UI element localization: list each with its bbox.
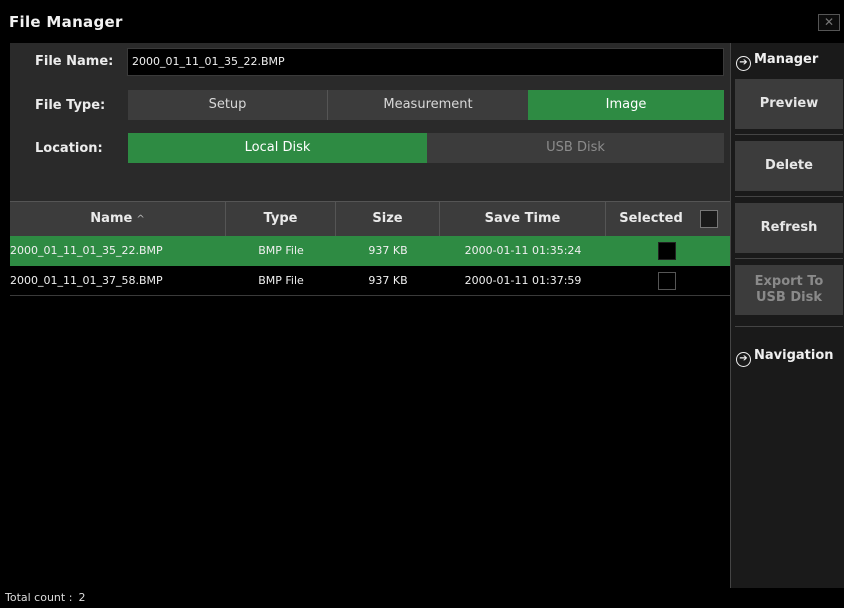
window-title: File Manager (9, 13, 123, 31)
total-count-label: Total count : (5, 591, 73, 604)
table-row[interactable]: 2000_01_11_01_37_58.BMP BMP File 937 KB … (10, 266, 730, 296)
file-name-field[interactable]: 2000_01_11_01_35_22.BMP (127, 48, 724, 76)
file-type-label: File Type: (35, 98, 106, 113)
file-table: Name ^ Type Size Save Time Selected 2000_… (10, 201, 730, 588)
refresh-button[interactable]: Refresh (735, 203, 843, 253)
column-header-selected: Selected (619, 211, 683, 226)
column-header-save-time[interactable]: Save Time (440, 202, 606, 236)
sidebar: ➔ Manager Preview Delete Refresh Export T… (730, 43, 844, 588)
table-row[interactable]: 2000_01_11_01_35_22.BMP BMP File 937 KB … (10, 236, 730, 266)
row-select-checkbox[interactable] (658, 242, 676, 260)
location-label: Location: (35, 141, 103, 156)
navigation-label: Navigation (754, 348, 834, 363)
close-button[interactable]: ✕ (818, 14, 840, 31)
row-type: BMP File (258, 244, 304, 257)
export-to-usb-button[interactable]: Export To USB Disk (735, 265, 843, 315)
export-label-line1: Export To (754, 274, 824, 289)
divider (735, 134, 843, 135)
table-header: Name ^ Type Size Save Time Selected (10, 202, 730, 236)
column-header-size[interactable]: Size (336, 202, 440, 236)
file-name-label: File Name: (35, 54, 114, 69)
column-header-type[interactable]: Type (226, 202, 336, 236)
close-icon: ✕ (823, 15, 835, 29)
navigation-section-header[interactable]: ➔ Navigation (736, 348, 834, 367)
row-name: 2000_01_11_01_37_58.BMP (10, 274, 163, 287)
row-type: BMP File (258, 274, 304, 287)
manager-section-header: ➔ Manager (736, 52, 818, 71)
divider (735, 196, 843, 197)
divider (735, 258, 843, 259)
file-type-measurement[interactable]: Measurement (328, 90, 528, 120)
divider (735, 326, 843, 327)
select-all-checkbox[interactable] (700, 210, 718, 228)
sort-ascending-icon: ^ (136, 214, 145, 225)
manager-label: Manager (754, 52, 819, 67)
file-type-setup[interactable]: Setup (128, 90, 328, 120)
row-name: 2000_01_11_01_35_22.BMP (10, 244, 163, 257)
row-save-time: 2000-01-11 01:37:59 (464, 274, 582, 287)
row-size: 937 KB (368, 244, 408, 257)
arrow-right-circle-icon: ➔ (736, 56, 751, 71)
column-header-name[interactable]: Name ^ (10, 202, 226, 236)
delete-button[interactable]: Delete (735, 141, 843, 191)
arrow-right-circle-icon: ➔ (736, 352, 751, 367)
file-type-image[interactable]: Image (528, 90, 724, 120)
total-count-value: 2 (78, 591, 86, 604)
location-usb-disk[interactable]: USB Disk (427, 133, 724, 163)
status-bar: Total count : 2 (5, 591, 91, 604)
export-label-line2: USB Disk (756, 290, 822, 305)
location-local-disk[interactable]: Local Disk (128, 133, 427, 163)
preview-button[interactable]: Preview (735, 79, 843, 129)
file-form-panel: File Name: 2000_01_11_01_35_22.BMP File … (10, 43, 730, 201)
row-size: 937 KB (368, 274, 408, 287)
title-bar: File Manager ✕ (0, 0, 844, 42)
row-select-checkbox[interactable] (658, 272, 676, 290)
row-save-time: 2000-01-11 01:35:24 (464, 244, 582, 257)
column-label-name: Name (90, 211, 133, 226)
